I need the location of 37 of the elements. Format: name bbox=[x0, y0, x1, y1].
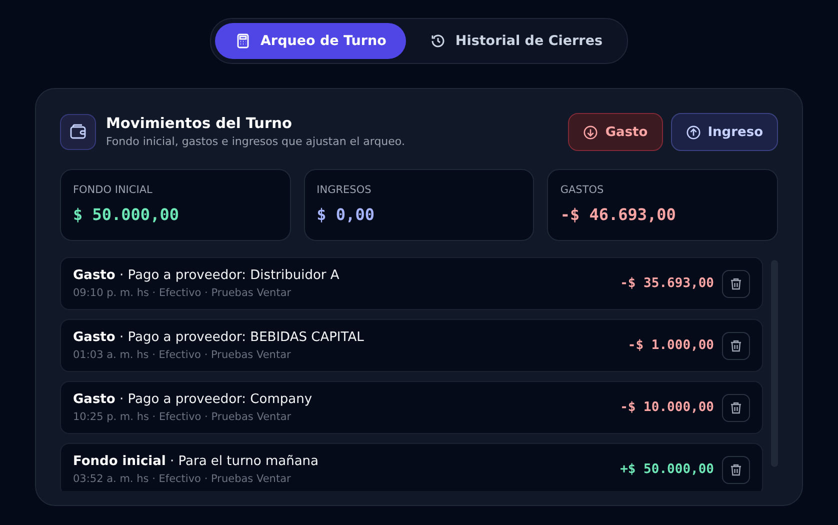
movement-title: Gasto · Pago a proveedor: Company bbox=[73, 392, 314, 407]
movement-details: 03:52 a. m. hs · Efectivo · Pruebas Ventar bbox=[73, 473, 292, 485]
trash-icon bbox=[729, 462, 743, 476]
movement-title: Gasto · Pago a proveedor: BEBIDAS CAPITAL bbox=[73, 330, 365, 345]
movement-details: 01:03 a. m. hs · Efectivo · Pruebas Ventar bbox=[73, 349, 292, 361]
stat-label: FONDO INICIAL bbox=[73, 184, 154, 196]
tab[interactable]: Historial de Cierres bbox=[410, 23, 623, 59]
arrow-up-circle-icon bbox=[686, 124, 701, 140]
trash-icon bbox=[729, 338, 743, 352]
movement-amount: -$ 1.000,00 bbox=[628, 338, 714, 353]
stat-value: $ 50.000,00 bbox=[73, 205, 180, 224]
add-expense-button[interactable]: Gasto bbox=[568, 113, 663, 151]
stat-value: -$ 46.693,00 bbox=[560, 205, 677, 224]
movement-amount: -$ 35.693,00 bbox=[620, 276, 714, 291]
movement-title: Gasto · Pago a proveedor: Distribuidor A bbox=[73, 268, 340, 283]
panel-subtitle: Fondo inicial, gastos e ingresos que ajustan el arqueo. bbox=[106, 135, 406, 148]
movement-title: Fondo inicial · Para el turno mañana bbox=[73, 454, 320, 469]
movement-amount: -$ 10.000,00 bbox=[620, 400, 714, 415]
movement-details: 09:10 p. m. hs · Efectivo · Pruebas Ventar bbox=[73, 287, 292, 299]
trash-icon bbox=[729, 400, 743, 414]
trash-icon bbox=[729, 276, 743, 290]
movement-amount: +$ 50.000,00 bbox=[620, 462, 714, 477]
stat-label: INGRESOS bbox=[316, 184, 372, 196]
panel-title: Movimientos del Turno bbox=[106, 116, 293, 132]
wallet-icon bbox=[60, 114, 96, 150]
calculator-icon bbox=[235, 33, 252, 49]
delete-button[interactable] bbox=[722, 270, 750, 298]
delete-button[interactable] bbox=[722, 394, 750, 422]
delete-button[interactable] bbox=[722, 332, 750, 360]
movement-details: 10:25 p. m. hs · Efectivo · Pruebas Ventar bbox=[73, 411, 292, 423]
arrow-down-circle-icon bbox=[583, 124, 598, 140]
stat-label: GASTOS bbox=[560, 184, 605, 196]
tab[interactable]: Arqueo de Turno bbox=[215, 23, 406, 59]
history-icon bbox=[430, 33, 446, 49]
add-income-button[interactable]: Ingreso bbox=[670, 113, 778, 151]
delete-button[interactable] bbox=[722, 456, 750, 484]
stat-value: $ 0,00 bbox=[316, 205, 376, 224]
